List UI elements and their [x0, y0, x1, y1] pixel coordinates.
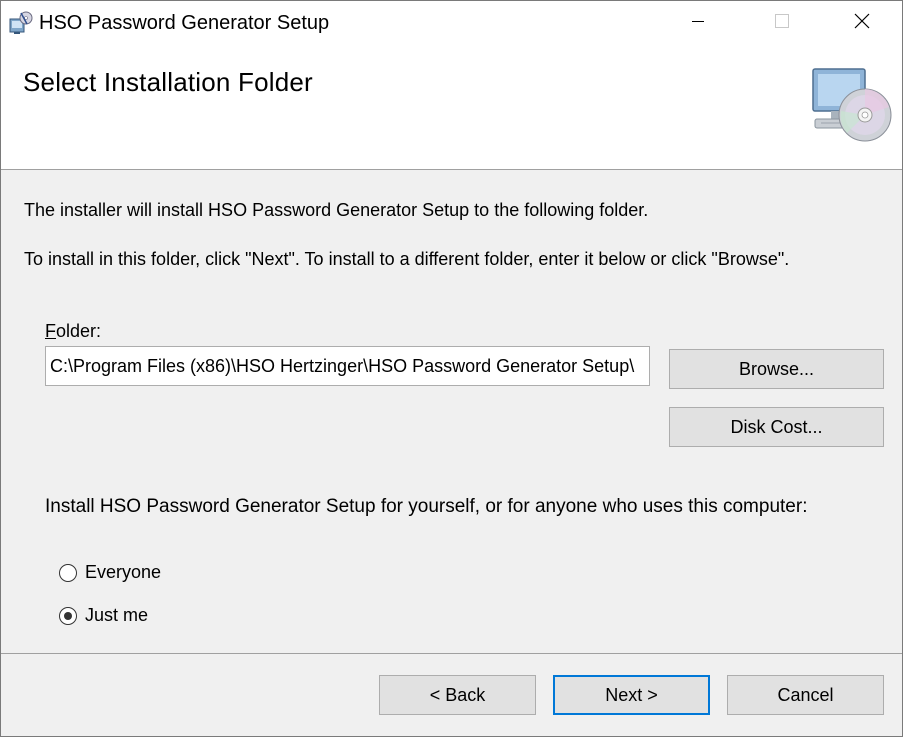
radio-label-just-me: Just me: [85, 605, 149, 625]
minimize-button[interactable]: [663, 1, 733, 45]
minimize-icon: [692, 14, 704, 32]
window-title: HSO Password Generator Setup: [39, 12, 330, 34]
title-bar: HSO Password Generator Setup: [1, 1, 902, 45]
install-scope-question: Install HSO Password Generator Setup for…: [45, 496, 808, 517]
folder-label-text: older:: [56, 321, 102, 341]
page-header: Select Installation Folder: [1, 45, 902, 170]
radio-everyone[interactable]: [59, 563, 77, 582]
computer-cd-icon: [807, 67, 895, 147]
folder-path-input[interactable]: [45, 346, 650, 386]
radio-option-just-me[interactable]: Just me: [59, 605, 148, 626]
page-title: Select Installation Folder: [23, 67, 313, 97]
maximize-icon: [775, 13, 789, 33]
intro-text: The installer will install HSO Password …: [24, 200, 649, 220]
back-button[interactable]: < Back: [379, 675, 536, 715]
radio-just-me[interactable]: [59, 606, 77, 625]
folder-label-accesskey: F: [45, 321, 56, 341]
next-button[interactable]: Next >: [553, 675, 710, 715]
instructions-text: To install in this folder, click "Next".…: [24, 249, 790, 269]
maximize-button[interactable]: [747, 1, 817, 45]
close-icon: [854, 13, 870, 34]
installer-window: HSO Password Generator Setup Select Inst…: [0, 0, 903, 737]
folder-label: Folder:: [45, 321, 101, 342]
radio-label-everyone: Everyone: [85, 562, 162, 582]
footer-separator: [1, 653, 902, 654]
cancel-button[interactable]: Cancel: [727, 675, 884, 715]
disk-cost-button[interactable]: Disk Cost...: [669, 407, 884, 447]
browse-button[interactable]: Browse...: [669, 349, 884, 389]
close-button[interactable]: [827, 1, 897, 45]
installer-app-icon: [7, 10, 33, 36]
radio-option-everyone[interactable]: Everyone: [59, 562, 161, 583]
